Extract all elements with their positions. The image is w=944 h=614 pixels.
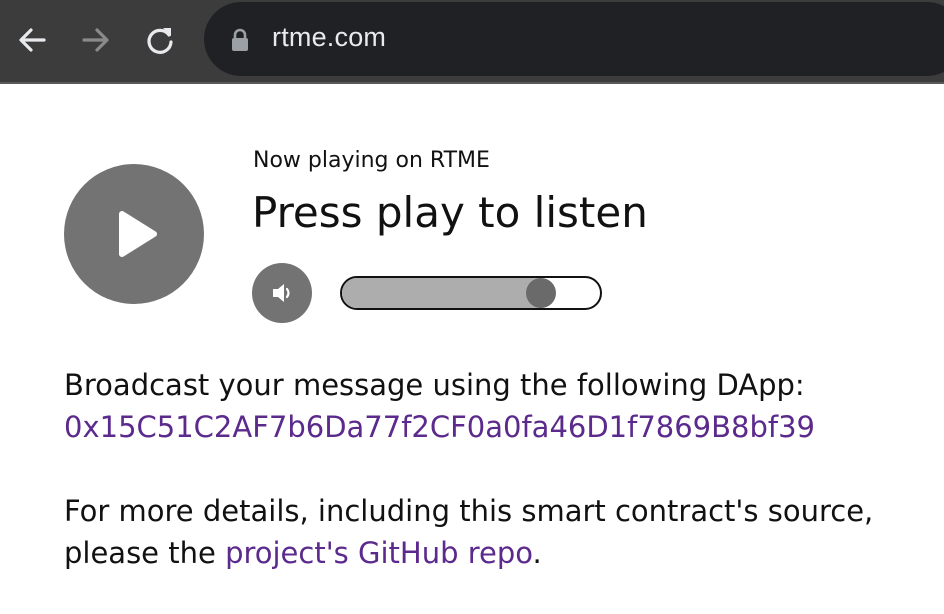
address-bar[interactable]: rtme.com [204, 2, 944, 76]
details-line1: For more details, including this smart c… [64, 494, 874, 528]
details-line2: please the project's GitHub repo. [64, 532, 873, 574]
volume-slider[interactable] [340, 276, 602, 310]
volume-fill [342, 278, 541, 308]
url-text: rtme.com [272, 22, 387, 52]
details-suffix: . [532, 536, 542, 570]
arrow-left-icon [19, 28, 46, 52]
play-icon [119, 211, 157, 257]
reload-button[interactable] [140, 20, 180, 60]
github-repo-link[interactable]: project's GitHub repo [225, 536, 532, 570]
back-button[interactable] [12, 20, 52, 60]
broadcast-section: Broadcast your message using the followi… [64, 364, 815, 448]
reload-icon [147, 28, 173, 54]
arrow-right-icon [82, 28, 109, 52]
details-prefix: please the [64, 536, 226, 570]
speaker-icon [273, 284, 290, 302]
browser-toolbar: rtme.com [0, 0, 944, 84]
forward-button[interactable] [76, 20, 116, 60]
track-title: Press play to listen [252, 188, 648, 237]
details-section: For more details, including this smart c… [64, 490, 873, 574]
volume-thumb[interactable] [525, 278, 556, 308]
lock-icon [232, 28, 248, 51]
now-playing-label: Now playing on RTME [253, 148, 490, 173]
contract-address-link[interactable]: 0x15C51C2AF7b6Da77f2CF0a0fa46D1f7869B8bf… [64, 410, 815, 444]
play-button[interactable] [64, 164, 204, 304]
mute-button[interactable] [252, 263, 312, 323]
broadcast-text: Broadcast your message using the followi… [64, 368, 805, 402]
